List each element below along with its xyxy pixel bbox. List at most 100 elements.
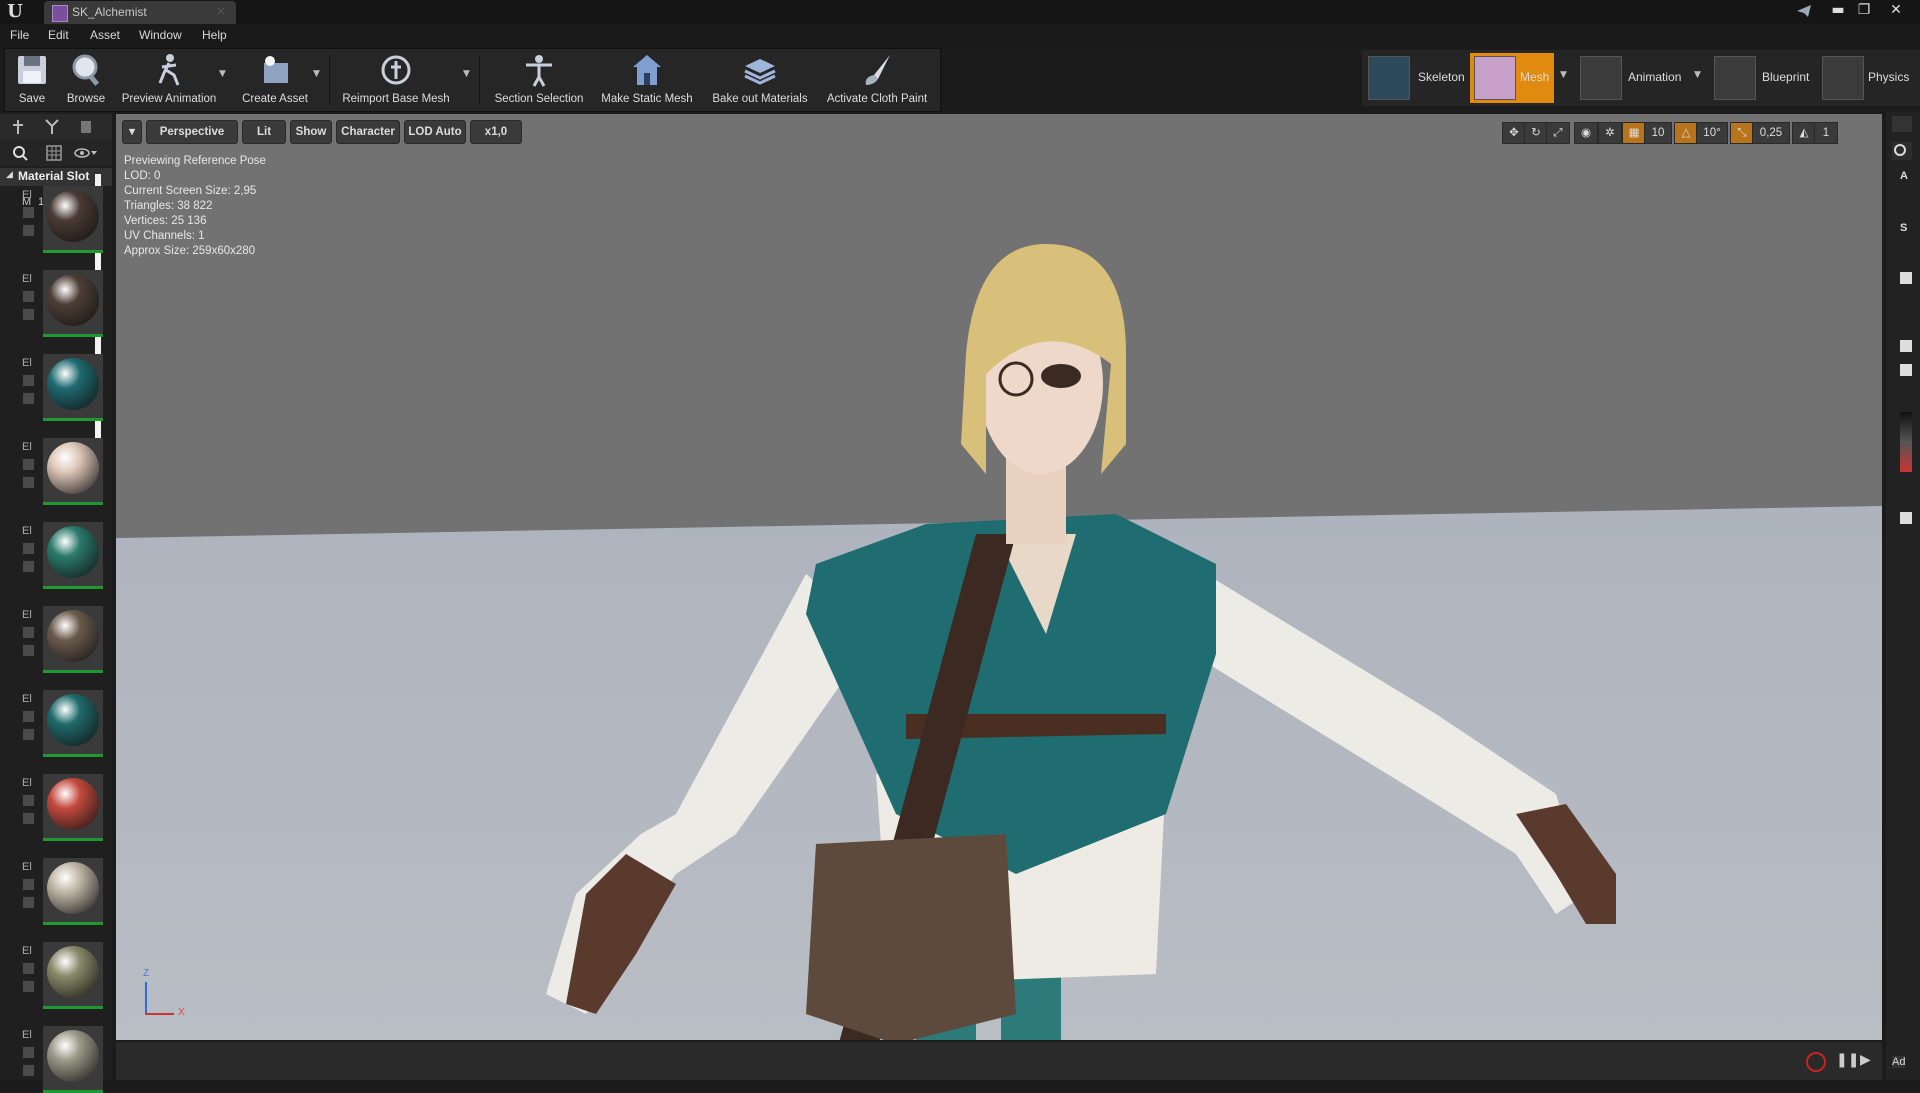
material-thumbnail[interactable]: [43, 522, 103, 589]
element-checkbox[interactable]: [22, 458, 35, 471]
element-checkbox[interactable]: [22, 1046, 35, 1059]
color-swatch[interactable]: [1900, 412, 1912, 472]
notification-icon[interactable]: [1796, 3, 1812, 19]
property-checkbox[interactable]: [1900, 364, 1912, 376]
perspective-button[interactable]: Perspective: [146, 120, 238, 144]
reimport-base-mesh-button[interactable]: Reimport Base Mesh: [335, 51, 457, 109]
grid-view-icon[interactable]: [46, 145, 62, 161]
material-thumbnail[interactable]: [43, 354, 103, 421]
mesh-mode-dropdown-icon[interactable]: ▼: [1560, 70, 1570, 80]
record-icon[interactable]: [1806, 1052, 1826, 1072]
element-checkbox[interactable]: [22, 392, 35, 405]
details-search-icon[interactable]: [1892, 142, 1912, 160]
section-selection-button[interactable]: Section Selection: [487, 51, 591, 109]
material-thumbnail[interactable]: [43, 186, 103, 253]
rotation-snap-value[interactable]: 10°: [1696, 122, 1728, 144]
material-thumbnail[interactable]: [43, 774, 103, 841]
eye-visibility-icon[interactable]: [74, 146, 98, 160]
mode-animation[interactable]: Animation: [1576, 53, 1681, 103]
close-tab-icon[interactable]: ×: [216, 4, 226, 18]
property-checkbox[interactable]: [1900, 272, 1912, 284]
maximize-button[interactable]: ❐: [1854, 2, 1874, 20]
playback-speed-button[interactable]: x1,0: [470, 120, 522, 144]
details-tab-icon[interactable]: [78, 119, 94, 135]
element-checkbox[interactable]: [22, 710, 35, 723]
surface-snap-icon[interactable]: ✲: [1598, 122, 1622, 144]
material-thumbnail[interactable]: [43, 942, 103, 1009]
property-checkbox[interactable]: [1900, 512, 1912, 524]
close-window-button[interactable]: ✕: [1886, 2, 1906, 20]
element-checkbox[interactable]: [22, 290, 35, 303]
menu-edit[interactable]: Edit: [48, 28, 69, 42]
element-checkbox[interactable]: [22, 560, 35, 573]
hierarchy-tab-icon[interactable]: [44, 119, 60, 135]
menu-asset[interactable]: Asset: [90, 28, 120, 42]
element-checkbox[interactable]: [22, 626, 35, 639]
camera-speed-icon[interactable]: ◭: [1792, 122, 1816, 144]
bake-out-materials-button[interactable]: Bake out Materials: [705, 51, 815, 109]
browse-button[interactable]: Browse: [59, 51, 113, 109]
minimize-button[interactable]: ▬: [1828, 2, 1848, 20]
property-checkbox[interactable]: [1900, 340, 1912, 352]
element-checkbox[interactable]: [22, 794, 35, 807]
search-icon[interactable]: [12, 145, 28, 161]
rotation-snap-icon[interactable]: △: [1674, 122, 1698, 144]
add-component-button[interactable]: Ad: [1892, 1056, 1906, 1068]
step-forward-icon[interactable]: ▶: [1860, 1052, 1874, 1070]
material-thumbnail[interactable]: [43, 858, 103, 925]
activate-cloth-paint-button[interactable]: Activate Cloth Paint: [817, 51, 937, 109]
preview-animation-button[interactable]: Preview Animation: [115, 51, 223, 109]
pause-icon[interactable]: ❚❚: [1836, 1052, 1859, 1070]
element-checkbox[interactable]: [22, 980, 35, 993]
mode-blueprint[interactable]: Blueprint: [1710, 53, 1810, 103]
section-s-header[interactable]: S: [1900, 222, 1907, 234]
viewport[interactable]: ▾ Perspective Lit Show Character LOD Aut…: [116, 114, 1882, 1040]
skeleton-tree-tab-icon[interactable]: [10, 119, 26, 135]
material-thumbnail[interactable]: [43, 270, 103, 337]
rotate-mode-icon[interactable]: ↻: [1524, 122, 1548, 144]
reimport-dropdown-icon[interactable]: ▼: [463, 69, 473, 79]
lit-button[interactable]: Lit: [242, 120, 286, 144]
save-button[interactable]: Save: [7, 51, 57, 109]
material-thumbnail[interactable]: [43, 690, 103, 757]
camera-speed-value[interactable]: 1: [1814, 122, 1838, 144]
element-checkbox[interactable]: [22, 206, 35, 219]
menu-window[interactable]: Window: [139, 28, 182, 42]
document-tab[interactable]: SK_Alchemist ×: [44, 1, 236, 24]
element-checkbox[interactable]: [22, 308, 35, 321]
make-static-mesh-button[interactable]: Make Static Mesh: [595, 51, 699, 109]
details-tab-icon[interactable]: [1892, 116, 1912, 132]
element-checkbox[interactable]: [22, 962, 35, 975]
element-checkbox[interactable]: [22, 896, 35, 909]
show-button[interactable]: Show: [290, 120, 332, 144]
element-checkbox[interactable]: [22, 728, 35, 741]
mode-skeleton[interactable]: Skeleton: [1364, 53, 1465, 103]
section-a-header[interactable]: A: [1900, 170, 1908, 182]
world-space-icon[interactable]: ◉: [1574, 122, 1598, 144]
element-checkbox[interactable]: [22, 224, 35, 237]
preview-animation-dropdown-icon[interactable]: ▼: [219, 69, 229, 79]
character-button[interactable]: Character: [336, 120, 400, 144]
element-checkbox[interactable]: [22, 1064, 35, 1077]
element-checkbox[interactable]: [22, 542, 35, 555]
element-checkbox[interactable]: [22, 812, 35, 825]
element-checkbox[interactable]: [22, 878, 35, 891]
menu-file[interactable]: File: [10, 28, 29, 42]
grid-snap-icon[interactable]: ▦: [1622, 122, 1646, 144]
translate-mode-icon[interactable]: ✥: [1502, 122, 1526, 144]
menu-help[interactable]: Help: [202, 28, 227, 42]
create-asset-button[interactable]: Create Asset: [235, 51, 315, 109]
create-asset-dropdown-icon[interactable]: ▼: [313, 69, 323, 79]
element-checkbox[interactable]: [22, 644, 35, 657]
lod-auto-button[interactable]: LOD Auto: [404, 120, 466, 144]
grid-snap-value[interactable]: 10: [1644, 122, 1672, 144]
viewport-options-button[interactable]: ▾: [122, 120, 142, 144]
material-thumbnail[interactable]: [43, 438, 103, 505]
element-checkbox[interactable]: [22, 374, 35, 387]
mode-physics[interactable]: Physics: [1818, 53, 1918, 103]
element-checkbox[interactable]: [22, 476, 35, 489]
scale-snap-icon[interactable]: ⤡: [1730, 122, 1754, 144]
material-thumbnail[interactable]: [43, 1026, 103, 1093]
mode-mesh[interactable]: Mesh: [1470, 53, 1554, 103]
material-thumbnail[interactable]: [43, 606, 103, 673]
